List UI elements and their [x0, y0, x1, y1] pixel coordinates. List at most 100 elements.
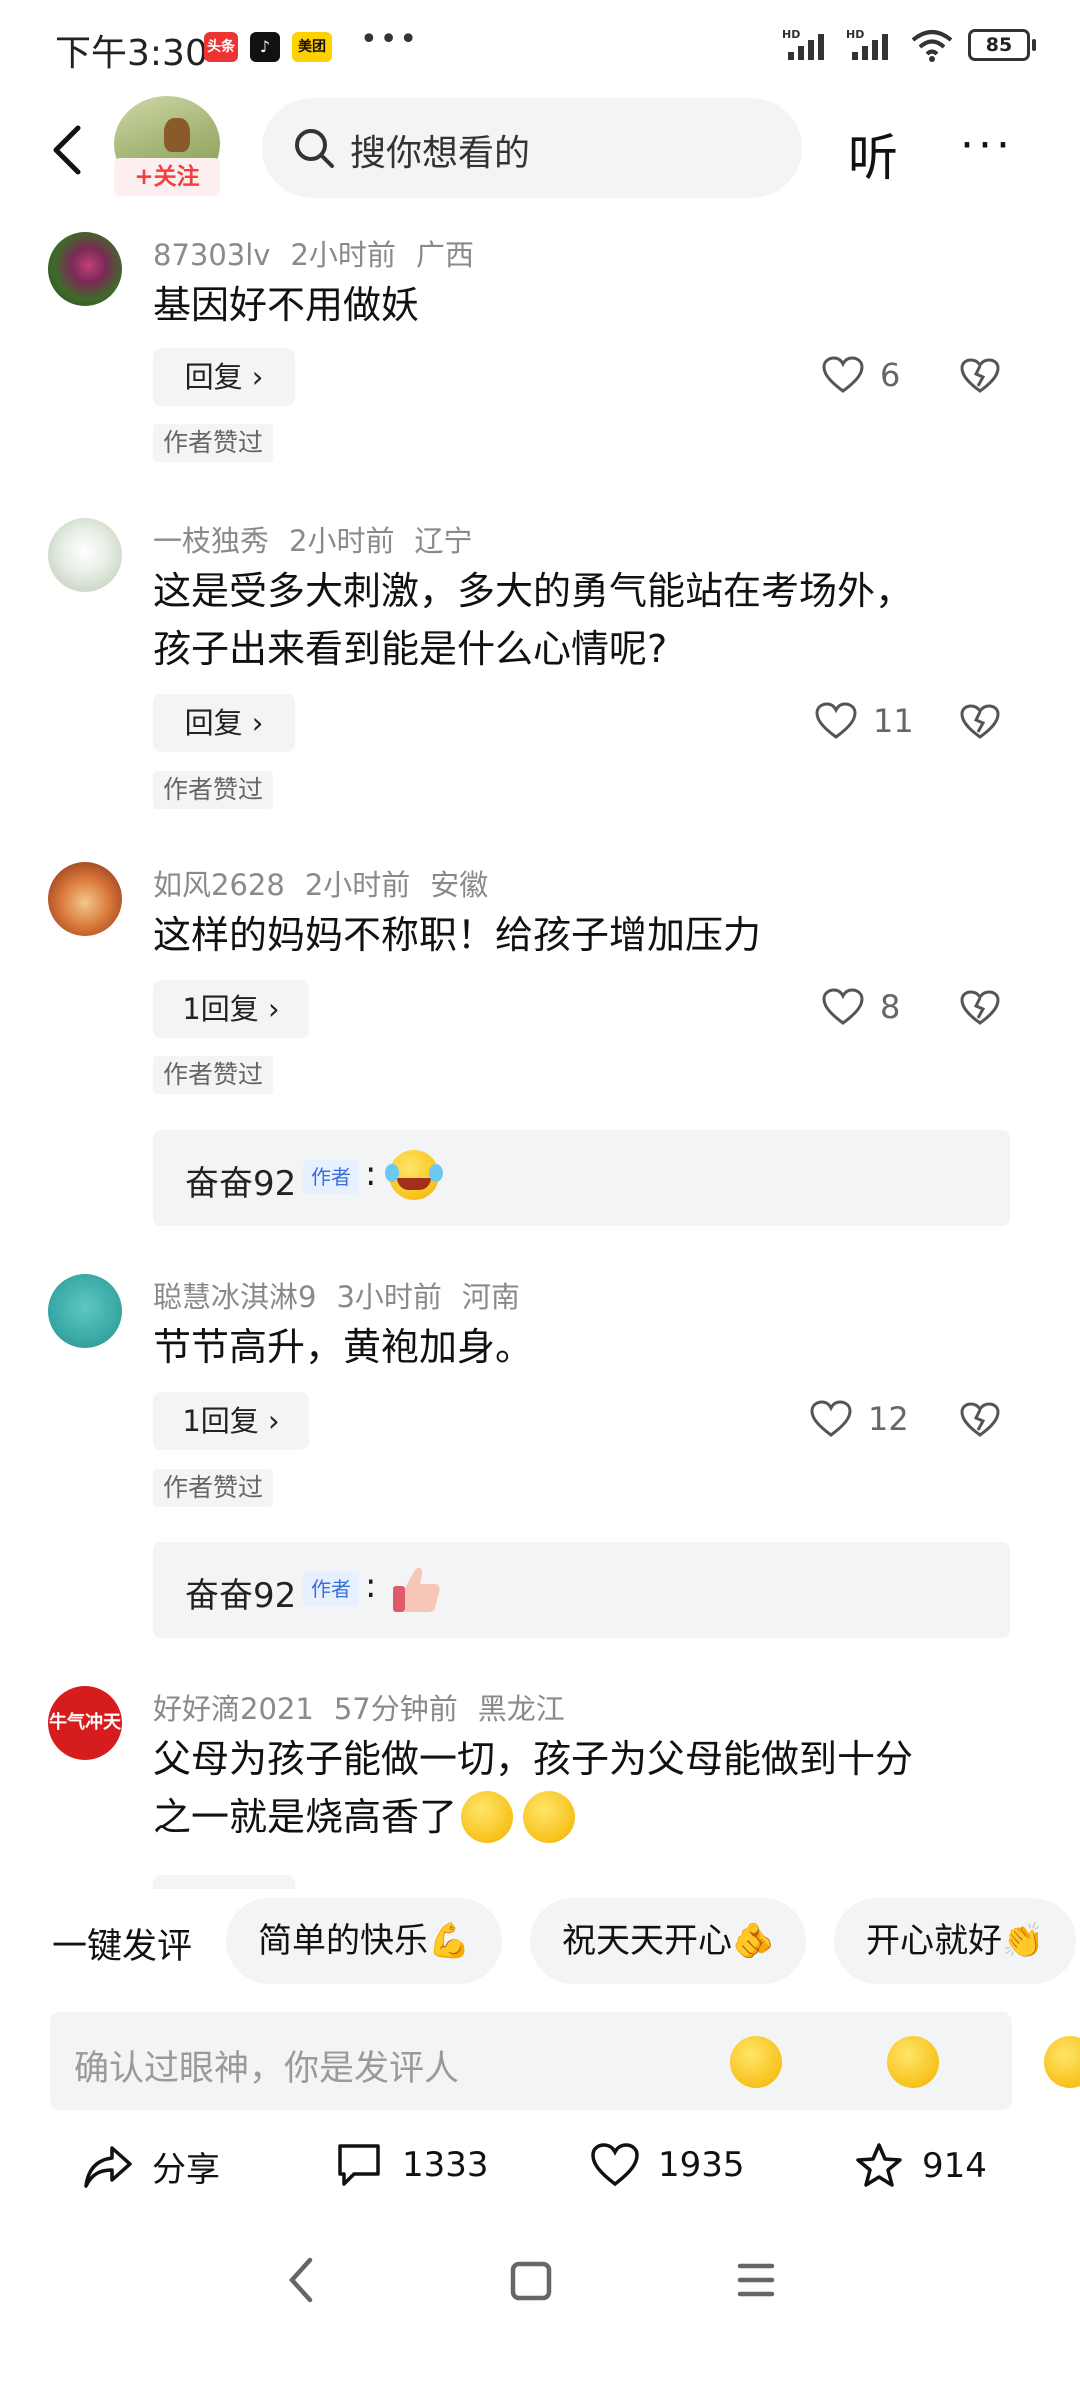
comment-text: 父母为孩子能做一切，孩子为父母能做到十分 之一就是烧高香了	[153, 1730, 913, 1846]
share-label: 分享	[152, 2150, 220, 2190]
comment-text: 基因好不用做妖	[153, 276, 419, 334]
dislike-icon[interactable]	[960, 358, 1000, 394]
comment-region: 广西	[415, 238, 474, 272]
comments-button[interactable]: 1333	[334, 2142, 489, 2188]
comment-username[interactable]: 聪慧冰淇淋9	[153, 1280, 316, 1314]
comment-region: 河南	[461, 1280, 520, 1314]
laugh-cry-emoji-icon[interactable]	[1044, 2036, 1080, 2088]
sub-reply-author[interactable]: 奋奋92	[185, 1568, 296, 1617]
battery-indicator: 85	[968, 29, 1036, 61]
like-button[interactable]: 11	[815, 702, 914, 740]
comment-region: 黑龙江	[477, 1692, 565, 1726]
more-menu-button[interactable]: ···	[960, 120, 1014, 171]
like-button[interactable]: 6	[822, 356, 900, 394]
author-liked-tag: 作者赞过	[153, 424, 274, 462]
like-count: 12	[868, 1400, 909, 1438]
comment-avatar[interactable]	[48, 232, 122, 306]
smile-emoji-icon[interactable]	[887, 2036, 940, 2088]
comment-time: 2小时前	[304, 868, 411, 902]
heart-icon	[810, 1400, 852, 1437]
share-button[interactable]: 分享	[82, 2142, 220, 2191]
comment-avatar[interactable]: 牛气冲天	[48, 1686, 122, 1760]
dislike-icon[interactable]	[960, 990, 1000, 1026]
search-placeholder: 搜你想看的	[350, 133, 531, 174]
reply-button[interactable]: 回复 ›	[153, 694, 295, 752]
comment-line: 孩子出来看到能是什么心情呢?	[153, 627, 668, 671]
reply-button[interactable]: 回复 ›	[153, 348, 295, 406]
sub-reply[interactable]: 奋奋92 作者 :	[153, 1130, 1010, 1226]
status-indicators: HD HD 85	[782, 28, 1036, 62]
author-liked-tag: 作者赞过	[153, 1469, 274, 1507]
comment-input[interactable]: 确认过眼神，你是发评人	[50, 2012, 1080, 2110]
favorite-button[interactable]: 914	[854, 2142, 987, 2190]
like-count: 8	[880, 988, 901, 1026]
back-icon[interactable]	[40, 120, 100, 180]
like-button[interactable]: 8	[822, 988, 900, 1026]
like-count: 6	[880, 356, 901, 394]
comment-meta: 如风2628 2小时前 安徽	[153, 862, 508, 904]
follow-button[interactable]: +关注	[114, 158, 220, 196]
listen-button[interactable]: 听	[848, 118, 898, 190]
like-total: 1935	[658, 2145, 745, 2185]
comment-time: 2小时前	[290, 238, 396, 272]
quick-reply-chip[interactable]: 开心就好👏	[834, 1898, 1077, 1984]
quick-reply-chip[interactable]: 祝天天开心🫵	[530, 1898, 807, 1984]
sub-reply[interactable]: 奋奋92 作者 :	[153, 1542, 1010, 1638]
sub-reply-colon: :	[365, 1566, 377, 1606]
input-placeholder: 确认过眼神，你是发评人	[74, 2049, 460, 2089]
signal-2-icon: HD	[846, 28, 888, 60]
dislike-icon[interactable]	[960, 1402, 1000, 1438]
douyin-app-icon: ♪	[250, 32, 280, 62]
comment-line: 父母为孩子能做一切，孩子为父母能做到十分	[153, 1737, 914, 1781]
heart-icon	[822, 988, 864, 1025]
search-box[interactable]: 搜你想看的	[262, 98, 802, 198]
toutiao-app-icon: 头条	[204, 32, 238, 62]
author-liked-tag: 作者赞过	[153, 771, 274, 809]
heart-icon	[822, 356, 864, 393]
comment-text: 节节高升，黄袍加身。	[153, 1318, 533, 1376]
reply-button[interactable]	[153, 1875, 295, 1889]
like-article-button[interactable]: 1935	[590, 2142, 745, 2188]
reply-button[interactable]: 1回复 ›	[153, 1392, 309, 1450]
comment-icon	[338, 2144, 380, 2186]
laugh-cry-emoji-icon	[523, 1791, 576, 1843]
comment-line: 这样的妈妈不称职！给孩子增加压力	[153, 913, 762, 957]
dislike-icon[interactable]	[960, 704, 1000, 740]
nav-menu-icon[interactable]	[734, 2250, 778, 2310]
avatar-figure	[164, 118, 190, 152]
meituan-app-icon: 美团	[292, 32, 332, 62]
comment-text: 这是受多大刺激，多大的勇气能站在考场外， 孩子出来看到能是什么心情呢?	[153, 562, 913, 678]
emoji-tear	[429, 1164, 443, 1182]
author-badge: 作者	[303, 1160, 359, 1194]
laugh-cry-emoji-icon	[461, 1791, 514, 1843]
comment-username[interactable]: 如风2628	[153, 868, 285, 902]
comment-line: 之一就是烧高香了	[153, 1795, 458, 1839]
comment-count: 1333	[402, 2145, 489, 2185]
laugh-cry-emoji-icon	[385, 1150, 443, 1204]
wifi-icon	[911, 30, 953, 62]
heart-icon	[591, 2143, 639, 2187]
nav-home-icon[interactable]	[506, 2250, 556, 2310]
signal-1-icon: HD	[782, 28, 824, 60]
comment-username[interactable]: 一枝独秀	[153, 524, 269, 558]
comment-time: 3小时前	[336, 1280, 442, 1314]
reply-button[interactable]: 1回复 ›	[153, 980, 309, 1038]
comment-avatar[interactable]	[48, 518, 122, 592]
comment-region: 安徽	[430, 868, 489, 902]
comment-line: 这是受多大刺激，多大的勇气能站在考场外，	[153, 569, 914, 613]
more-notifications-icon: •••	[360, 22, 420, 57]
sub-reply-colon: :	[365, 1154, 377, 1194]
comment-username[interactable]: 好好滴2021	[153, 1692, 314, 1726]
quick-reply-chip[interactable]: 简单的快乐💪	[226, 1898, 503, 1984]
sub-reply-author[interactable]: 奋奋92	[185, 1156, 296, 1205]
status-time: 下午3:30	[55, 33, 208, 74]
comment-username[interactable]: 87303lv	[153, 238, 270, 272]
grin-emoji-icon[interactable]	[730, 2036, 782, 2088]
like-button[interactable]: 12	[810, 1400, 909, 1438]
heart-icon	[815, 702, 857, 739]
nav-back-icon[interactable]	[280, 2250, 324, 2310]
comment-meta: 87303lv 2小时前 广西	[153, 232, 494, 274]
search-icon	[295, 129, 334, 168]
comment-avatar[interactable]	[48, 862, 122, 936]
comment-avatar[interactable]	[48, 1274, 122, 1348]
